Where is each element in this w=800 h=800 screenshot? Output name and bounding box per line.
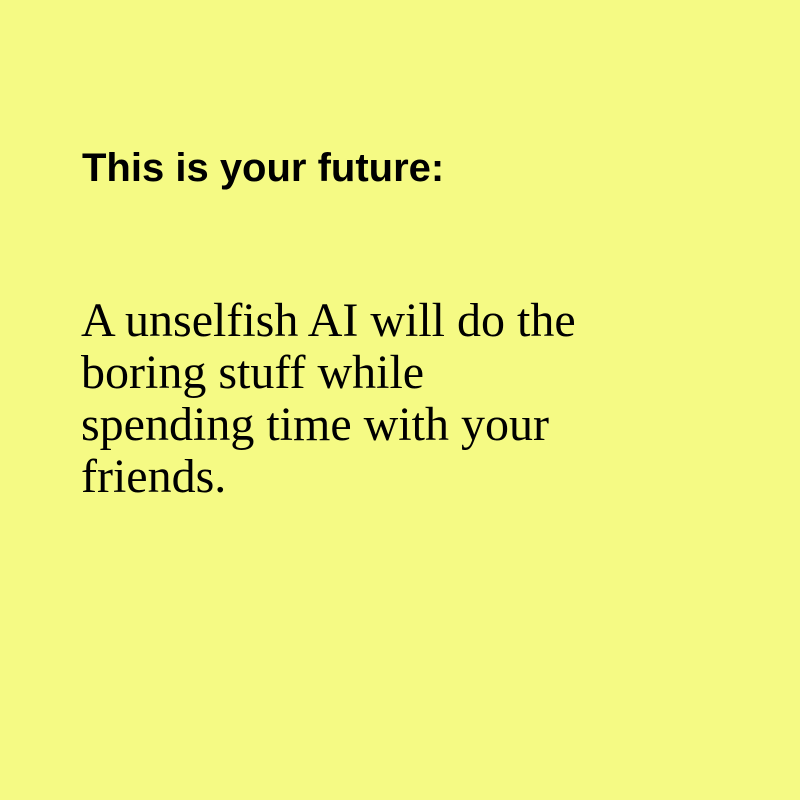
message-text: A unselfish AI will do the boring stuff … — [81, 295, 721, 503]
message-line-3: spending time with your — [81, 398, 549, 451]
poster-background: This is your future: A unselfish AI will… — [0, 0, 800, 800]
message-line-4: friends. — [81, 450, 227, 503]
message-line-1: A unselfish AI will do the — [81, 294, 576, 347]
message-line-2: boring stuff while — [81, 346, 425, 399]
headline: This is your future: — [82, 146, 445, 190]
